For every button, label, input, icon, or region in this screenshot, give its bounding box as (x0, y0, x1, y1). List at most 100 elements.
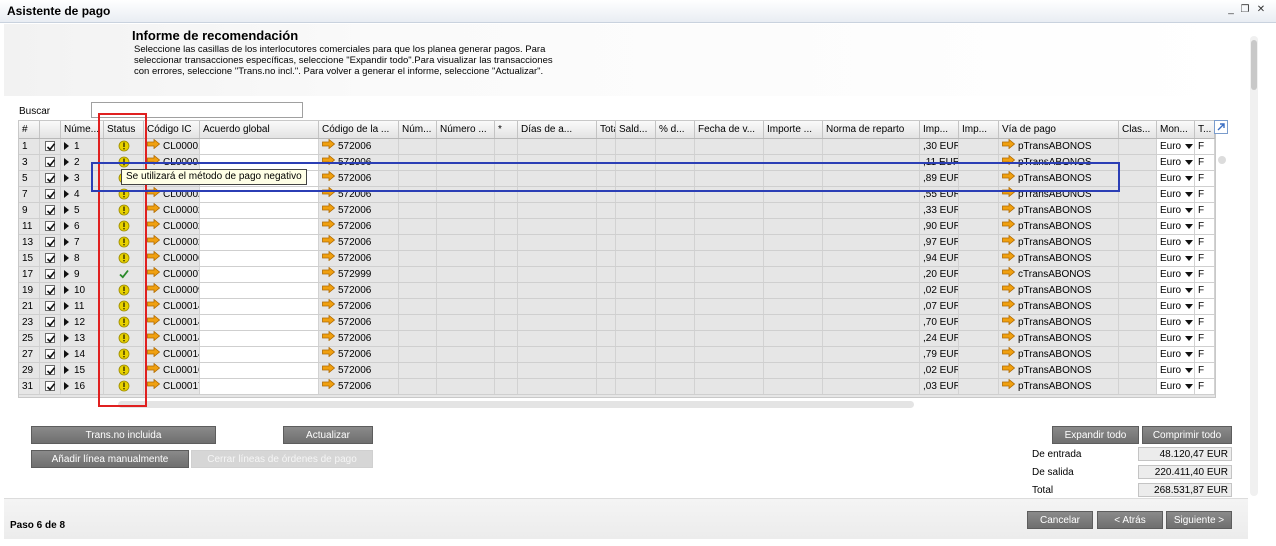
expand-triangle-icon[interactable] (64, 382, 69, 391)
row-checkbox[interactable] (45, 221, 56, 232)
currency-select[interactable]: Euro (1157, 379, 1195, 394)
currency-select[interactable]: Euro (1157, 139, 1195, 154)
row-checkbox[interactable] (45, 269, 56, 280)
currency-select[interactable]: Euro (1157, 363, 1195, 378)
link-arrow-icon[interactable] (322, 299, 336, 314)
link-arrow-icon[interactable] (322, 283, 336, 298)
row-checkbox[interactable] (45, 349, 56, 360)
table-row[interactable]: 19 10 CL00009 572006 ,02 EUR pTransABONOS Euro… (19, 283, 1215, 299)
dropdown-arrow-icon[interactable] (1185, 239, 1194, 245)
column-header[interactable]: Vía de pago (999, 121, 1119, 138)
row-checkbox[interactable] (45, 333, 56, 344)
expand-triangle-icon[interactable] (64, 206, 69, 215)
link-arrow-icon[interactable] (322, 251, 336, 266)
expand-triangle-icon[interactable] (64, 142, 69, 151)
link-arrow-icon[interactable] (147, 331, 161, 346)
table-row[interactable]: 17 9 CL00007 572999 ,20 EUR cTransABONOS Euro F (19, 267, 1215, 283)
dropdown-arrow-icon[interactable] (1185, 351, 1194, 357)
dropdown-arrow-icon[interactable] (1185, 143, 1194, 149)
link-arrow-icon[interactable] (322, 267, 336, 282)
link-arrow-icon[interactable] (147, 139, 161, 154)
dropdown-arrow-icon[interactable] (1185, 383, 1194, 389)
column-header[interactable]: Código de la ... (319, 121, 399, 138)
link-arrow-icon[interactable] (1002, 347, 1016, 362)
table-row[interactable]: 29 15 CL00016 572006 ,02 EUR pTransABONOS Euro… (19, 363, 1215, 379)
link-arrow-icon[interactable] (1002, 235, 1016, 250)
currency-select[interactable]: Euro (1157, 315, 1195, 330)
close-button[interactable]: ✕ (1254, 3, 1268, 17)
link-arrow-icon[interactable] (1002, 219, 1016, 234)
link-arrow-icon[interactable] (1002, 331, 1016, 346)
row-checkbox[interactable] (45, 317, 56, 328)
restore-button[interactable]: ❐ (1238, 3, 1252, 17)
column-header[interactable]: Núm... (399, 121, 437, 138)
link-arrow-icon[interactable] (322, 315, 336, 330)
expand-triangle-icon[interactable] (64, 190, 69, 199)
link-arrow-icon[interactable] (147, 347, 161, 362)
table-row[interactable]: 13 7 CL00002 572006 ,97 EUR pTransABONOS Euro F (19, 235, 1215, 251)
row-checkbox[interactable] (45, 301, 56, 312)
dropdown-arrow-icon[interactable] (1185, 191, 1194, 197)
column-header[interactable]: Fecha de v... (695, 121, 764, 138)
dropdown-arrow-icon[interactable] (1185, 271, 1194, 277)
expand-triangle-icon[interactable] (64, 270, 69, 279)
table-row[interactable]: 11 6 CL00002 572006 ,90 EUR pTransABONOS Euro F (19, 219, 1215, 235)
column-header[interactable] (40, 121, 61, 138)
row-checkbox[interactable] (45, 381, 56, 392)
table-row[interactable]: 25 13 CL00014 572006 ,24 EUR pTransABONOS Euro… (19, 331, 1215, 347)
link-arrow-icon[interactable] (147, 299, 161, 314)
row-checkbox[interactable] (45, 205, 56, 216)
table-row[interactable]: 21 11 CL00014 572006 ,07 EUR pTransABONOS Euro… (19, 299, 1215, 315)
row-checkbox[interactable] (45, 173, 56, 184)
link-arrow-icon[interactable] (322, 203, 336, 218)
vertical-scrollbar-thumb[interactable] (1251, 40, 1257, 90)
table-row[interactable]: 15 8 CL00006 572006 ,94 EUR pTransABONOS Euro F (19, 251, 1215, 267)
table-row[interactable]: 31 16 CL00017 572006 ,03 EUR pTransABONOS Euro… (19, 379, 1215, 395)
table-row[interactable]: 1 1 CL00001 572006 ,30 EUR pTransABONOS Euro F (19, 139, 1215, 155)
dropdown-arrow-icon[interactable] (1185, 319, 1194, 325)
link-arrow-icon[interactable] (147, 315, 161, 330)
close-payment-lines-button[interactable]: Cerrar líneas de órdenes de pago (191, 450, 373, 468)
column-header[interactable]: Mon... (1157, 121, 1195, 138)
expand-triangle-icon[interactable] (64, 238, 69, 247)
expand-triangle-icon[interactable] (64, 366, 69, 375)
column-header[interactable]: Total (597, 121, 616, 138)
vertical-scrollbar[interactable] (1250, 36, 1258, 496)
currency-select[interactable]: Euro (1157, 203, 1195, 218)
back-button[interactable]: < Atrás (1097, 511, 1163, 529)
link-arrow-icon[interactable] (322, 139, 336, 154)
next-button[interactable]: Siguiente > (1166, 511, 1232, 529)
column-header[interactable]: Imp... (920, 121, 959, 138)
row-checkbox[interactable] (45, 365, 56, 376)
expand-triangle-icon[interactable] (64, 222, 69, 231)
column-header[interactable]: T... (1195, 121, 1215, 138)
column-header[interactable]: * (495, 121, 518, 138)
column-header[interactable]: Imp... (959, 121, 999, 138)
link-arrow-icon[interactable] (1002, 139, 1016, 154)
dropdown-arrow-icon[interactable] (1185, 367, 1194, 373)
link-arrow-icon[interactable] (147, 363, 161, 378)
dropdown-arrow-icon[interactable] (1185, 223, 1194, 229)
link-arrow-icon[interactable] (322, 235, 336, 250)
currency-select[interactable]: Euro (1157, 251, 1195, 266)
expand-triangle-icon[interactable] (64, 158, 69, 167)
dropdown-arrow-icon[interactable] (1185, 159, 1194, 165)
currency-select[interactable]: Euro (1157, 171, 1195, 186)
currency-select[interactable]: Euro (1157, 267, 1195, 282)
link-arrow-icon[interactable] (147, 283, 161, 298)
link-arrow-icon[interactable] (147, 219, 161, 234)
dropdown-arrow-icon[interactable] (1185, 335, 1194, 341)
currency-select[interactable]: Euro (1157, 283, 1195, 298)
row-checkbox[interactable] (45, 189, 56, 200)
horizontal-scrollbar[interactable] (118, 401, 914, 408)
row-checkbox[interactable] (45, 237, 56, 248)
row-checkbox[interactable] (45, 157, 56, 168)
minimize-button[interactable]: _ (1224, 3, 1238, 17)
dropdown-arrow-icon[interactable] (1185, 303, 1194, 309)
column-header[interactable]: Código IC (144, 121, 200, 138)
table-row[interactable]: 9 5 CL00002 572006 ,33 EUR pTransABONOS Euro F (19, 203, 1215, 219)
expand-triangle-icon[interactable] (64, 318, 69, 327)
link-arrow-icon[interactable] (147, 267, 161, 282)
link-arrow-icon[interactable] (1002, 299, 1016, 314)
column-header[interactable]: Sald... (616, 121, 656, 138)
